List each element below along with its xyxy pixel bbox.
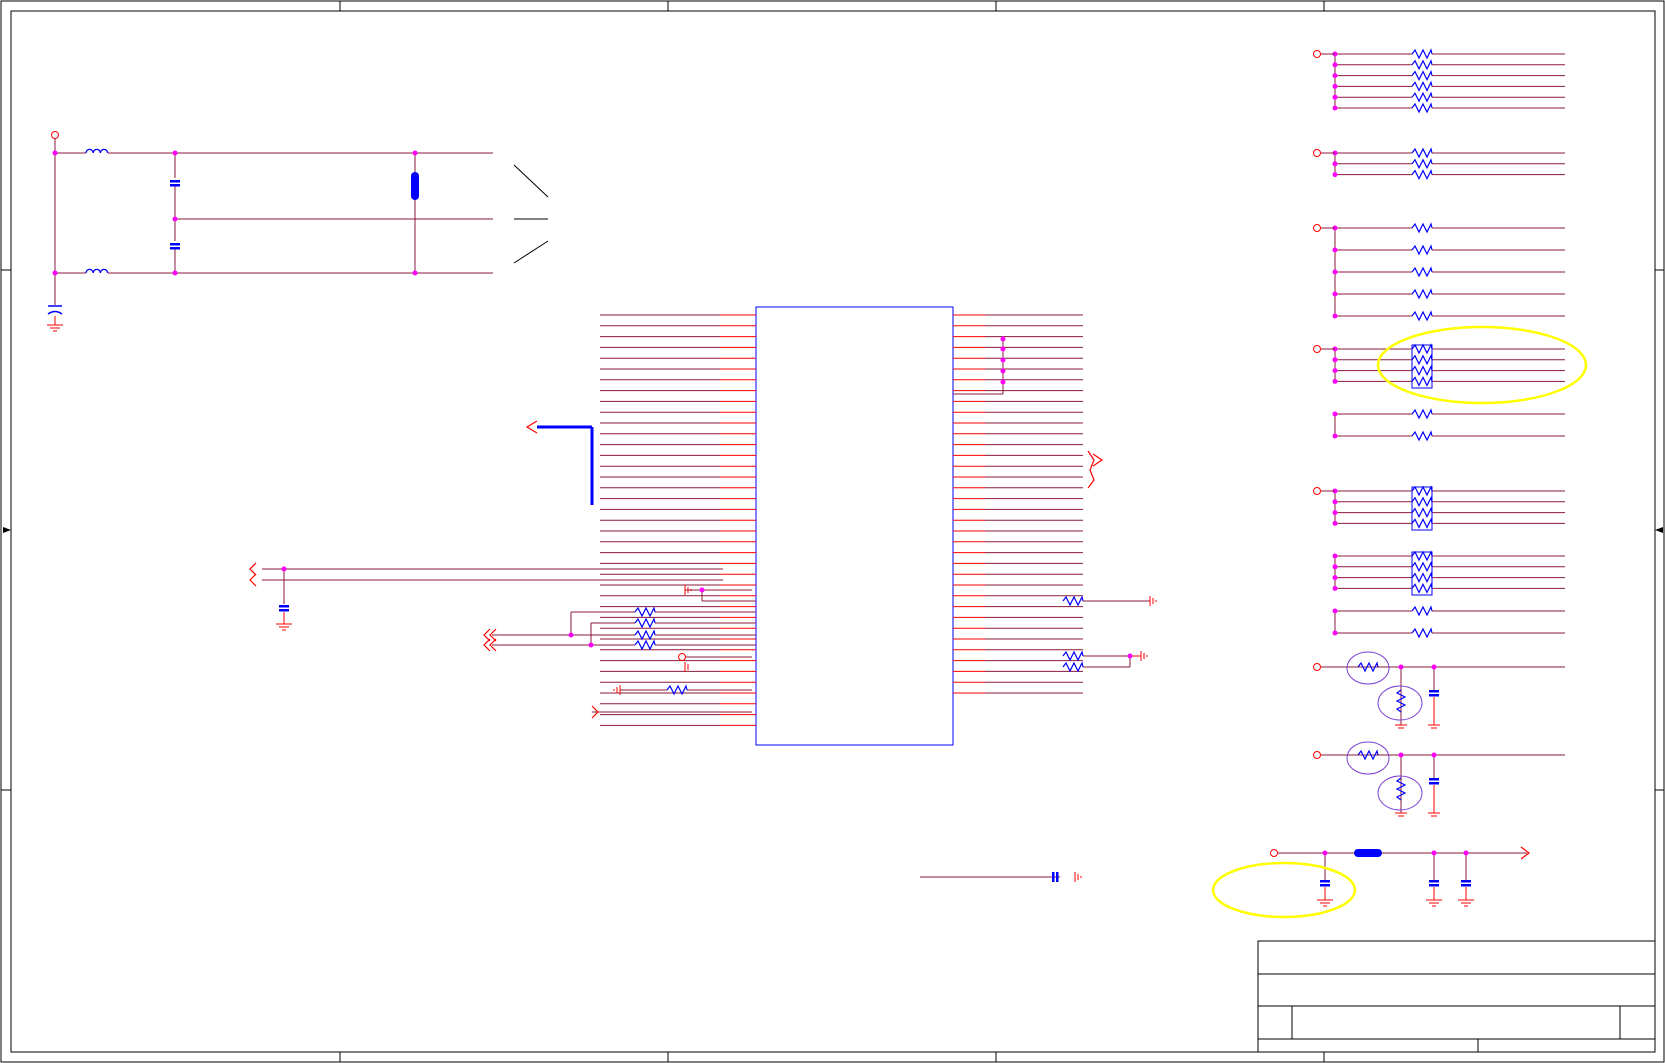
junction-dots (52, 150, 418, 276)
right-net-arrows (1087, 450, 1104, 489)
annotation-circle (1346, 741, 1390, 775)
left-grounds (613, 585, 692, 695)
capacitor-filter-2 (170, 243, 180, 250)
right-grounds (1074, 596, 1157, 882)
annotation-circle (1377, 775, 1423, 811)
schematic-canvas (0, 0, 1665, 1063)
schematic-viewer (0, 0, 1665, 1063)
sensor-network-2 (1313, 741, 1565, 817)
annotation-circle (1346, 651, 1390, 685)
inductor-bottom (85, 268, 109, 274)
right-pin-wires (953, 314, 1083, 694)
highlight-ellipse (1211, 861, 1357, 919)
right-external-nets (920, 339, 1150, 878)
sensor-network-1 (1313, 651, 1565, 729)
capacitor-left (276, 566, 292, 631)
power-output-network (1270, 846, 1530, 907)
left-resistors (634, 606, 688, 696)
left-net-arrows (249, 562, 599, 719)
sheet-center-arrow-left (3, 527, 11, 533)
capacitor-input (47, 305, 63, 315)
left-external-nets (262, 568, 756, 713)
capacitor-filter-1 (170, 180, 180, 187)
title-block (1257, 940, 1656, 1053)
highlight-ellipse (1376, 325, 1588, 405)
data-bus (525, 420, 594, 505)
inductor-top (85, 148, 109, 154)
sheet-center-arrow-right (1655, 527, 1663, 533)
ferrite-bead (411, 172, 419, 200)
ground-symbol (47, 316, 63, 332)
right-resistor-networks (1313, 48, 1565, 639)
main-ic (600, 306, 1083, 746)
right-resistors (1062, 595, 1084, 673)
right-junctions (1000, 336, 1133, 659)
left-pin-wires (600, 314, 756, 726)
power-input-filter (47, 131, 549, 332)
test-point (678, 653, 686, 661)
connector-fan-lines (513, 164, 549, 264)
